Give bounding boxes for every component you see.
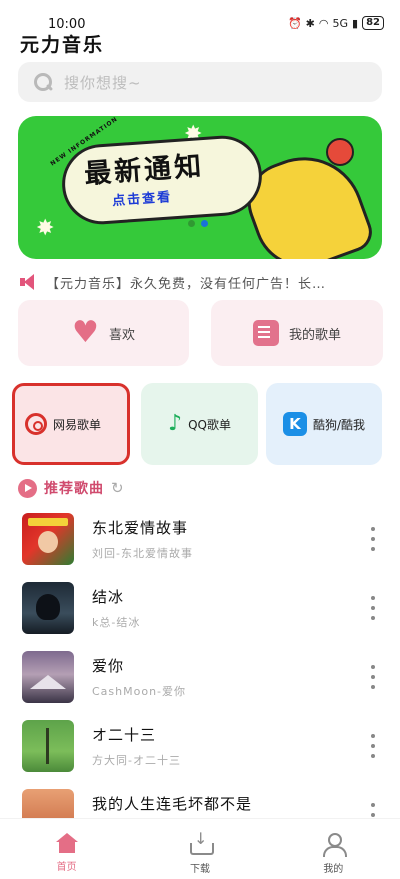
- heart-icon: ♥: [72, 315, 99, 350]
- search-placeholder: 搜你想搜~: [64, 73, 142, 92]
- song-title: オ二十三: [92, 726, 157, 744]
- like-button[interactable]: ♥ 喜欢: [18, 300, 189, 366]
- more-options-icon[interactable]: [370, 527, 376, 551]
- my-playlist-button[interactable]: 我的歌单: [211, 300, 383, 366]
- like-label: 喜欢: [108, 327, 135, 343]
- alarm-icon: ⏰: [287, 16, 302, 30]
- home-icon: [55, 833, 78, 853]
- song-row[interactable]: 结冰 k总-结冰: [0, 576, 400, 645]
- album-cover: [22, 651, 74, 703]
- song-artist: CashMoon-爱你: [92, 685, 187, 698]
- recommended-header: 推荐歌曲 ↻: [18, 478, 124, 498]
- play-icon[interactable]: [18, 478, 37, 498]
- network-label: 5G: [332, 16, 349, 30]
- song-artist: 方大同-オ二十三: [92, 754, 181, 767]
- user-icon: [322, 833, 348, 857]
- nav-mine[interactable]: 我的: [267, 819, 400, 879]
- signal-icon: ▮: [352, 16, 359, 30]
- notice-text: 【元力音乐】永久免费，没有任何广告！长…: [46, 276, 327, 292]
- wifi-icon: ◠: [318, 16, 329, 30]
- bottom-nav: 首页 下载 我的: [0, 818, 400, 879]
- song-row[interactable]: 东北爱情故事 刘回-东北爱情故事: [0, 507, 400, 576]
- more-options-icon[interactable]: [370, 734, 376, 758]
- my-playlist-label: 我的歌单: [288, 327, 341, 343]
- bluetooth-icon: ✱: [305, 16, 315, 30]
- album-cover: [22, 582, 74, 634]
- playlist-icon: [252, 320, 279, 346]
- nav-label: 我的: [323, 864, 344, 875]
- album-cover: [22, 720, 74, 772]
- more-options-icon[interactable]: [370, 665, 376, 689]
- netease-label: 网易歌单: [53, 417, 102, 432]
- netease-icon: [25, 413, 47, 435]
- pagination-dot-active[interactable]: [201, 220, 208, 227]
- kugou-icon: K: [282, 412, 307, 436]
- song-artist: k总-结冰: [92, 616, 141, 629]
- song-title: 爱你: [92, 657, 125, 675]
- album-cover: [22, 513, 74, 565]
- song-artist: 刘回-东北爱情故事: [92, 547, 193, 560]
- nav-home[interactable]: 首页: [0, 819, 133, 879]
- status-icons: ⏰ ✱ ◠ 5G ▮ 82: [288, 16, 384, 30]
- app-title: 元力音乐: [20, 34, 105, 56]
- download-icon: [189, 829, 214, 855]
- song-title: 东北爱情故事: [92, 519, 189, 537]
- home-screen: 10:00 ⏰ ✱ ◠ 5G ▮ 82 元力音乐 搜你想搜~ NEW INFOR…: [0, 0, 400, 879]
- qq-music-icon: ♪: [168, 411, 183, 436]
- song-list: 东北爱情故事 刘回-东北爱情故事 结冰 k总-结冰 爱你 CashMoon-爱你…: [0, 507, 400, 852]
- song-row[interactable]: 爱你 CashMoon-爱你: [0, 645, 400, 714]
- qq-playlist-button[interactable]: ♪ QQ歌单: [141, 383, 258, 465]
- more-options-icon[interactable]: [370, 596, 376, 620]
- song-row[interactable]: オ二十三 方大同-オ二十三: [0, 714, 400, 783]
- nav-label: 下载: [189, 864, 210, 875]
- netease-playlist-button[interactable]: 网易歌单: [12, 383, 130, 465]
- search-icon: [32, 71, 54, 93]
- refresh-icon[interactable]: ↻: [111, 479, 124, 497]
- qq-label: QQ歌单: [188, 417, 231, 432]
- banner-title: 最新通知: [83, 150, 206, 191]
- red-ball-illustration: [326, 138, 354, 166]
- battery-icon: 82: [362, 16, 384, 30]
- pagination-dot[interactable]: [188, 220, 195, 227]
- nav-label: 首页: [56, 862, 77, 873]
- recommended-title: 推荐歌曲: [44, 481, 104, 497]
- kugou-label: 酷狗/酷我: [312, 417, 366, 432]
- news-banner[interactable]: NEW INFORMATION ✸ ✸ ✸ 最新通知 点击查看: [18, 116, 382, 259]
- banner-pagination[interactable]: [188, 220, 208, 227]
- megaphone-icon: [18, 274, 38, 290]
- song-title: 结冰: [92, 588, 125, 606]
- nav-download[interactable]: 下载: [133, 819, 266, 879]
- star-icon: ✸: [36, 216, 55, 241]
- search-input[interactable]: 搜你想搜~: [18, 62, 382, 102]
- kugou-playlist-button[interactable]: K 酷狗/酷我: [266, 383, 382, 465]
- song-title: 我的人生连毛坏都不是: [92, 795, 253, 813]
- notice-bar[interactable]: 【元力音乐】永久免费，没有任何广告！长…: [18, 271, 382, 293]
